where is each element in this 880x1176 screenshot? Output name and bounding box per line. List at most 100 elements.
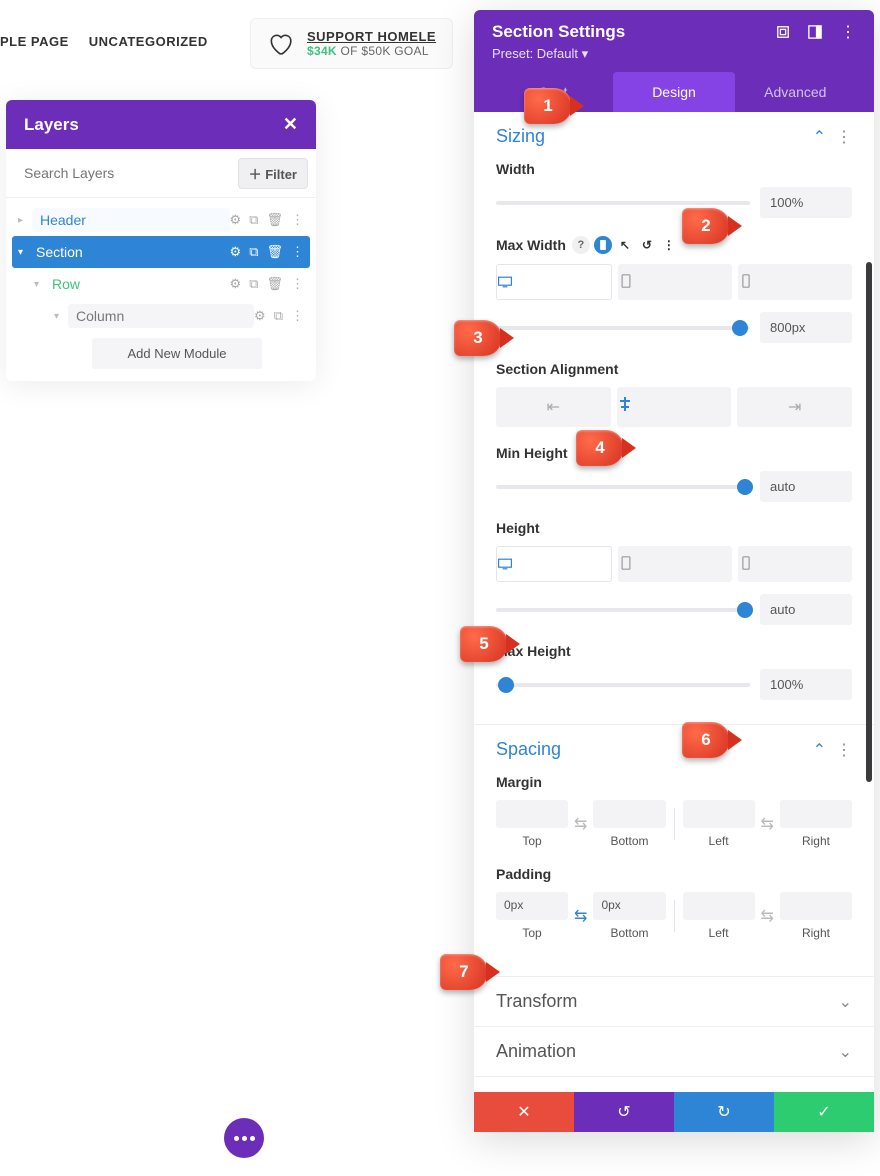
- max-height-value[interactable]: 100%: [760, 669, 852, 700]
- layers-header: Layers ✕: [6, 100, 316, 149]
- margin-right-input[interactable]: [780, 800, 852, 828]
- tree-item-section[interactable]: ▾Section ⚙⧉🗑⋮: [12, 236, 310, 268]
- callout-2: 2: [682, 208, 730, 244]
- expand-icon[interactable]: [776, 25, 790, 39]
- gear-icon[interactable]: ⚙: [230, 212, 242, 228]
- device-desktop[interactable]: [496, 264, 612, 300]
- tree-item-header[interactable]: ▸Header ⚙⧉🗑⋮: [12, 204, 310, 236]
- redo-button[interactable]: ↻: [674, 1092, 774, 1132]
- layers-search-row: ＋ Filter: [6, 149, 316, 198]
- accordion-spacing: Spacing ⌃⋮ Margin Top ⇆ Bottom Left ⇆ Ri…: [474, 725, 874, 977]
- padding-left-input[interactable]: [683, 892, 755, 920]
- support-widget[interactable]: SUPPORT HOMELE $34K OF $50K GOAL: [250, 18, 453, 69]
- duplicate-icon[interactable]: ⧉: [249, 212, 258, 228]
- callout-1: 1: [524, 88, 572, 124]
- gear-icon[interactable]: ⚙: [254, 308, 266, 324]
- tab-design[interactable]: Design: [613, 72, 734, 112]
- undo-button[interactable]: ↺: [574, 1092, 674, 1132]
- max-height-slider[interactable]: [496, 683, 750, 687]
- field-max-width: Max Width ? ↖ ↺ ⋮: [496, 236, 852, 343]
- nav-link-sample[interactable]: PLE PAGE: [0, 34, 69, 49]
- accordion-head-animation[interactable]: Animation ⌄: [474, 1027, 874, 1076]
- field-max-height: Max Height 100%: [496, 643, 852, 700]
- link-icon[interactable]: ⇆: [759, 814, 776, 834]
- support-text: SUPPORT HOMELE $34K OF $50K GOAL: [307, 29, 436, 58]
- margin-top-input[interactable]: [496, 800, 568, 828]
- margin-left-input[interactable]: [683, 800, 755, 828]
- more-icon[interactable]: ⋮: [840, 22, 856, 42]
- tree-item-row[interactable]: ▾Row ⚙⧉🗑⋮: [12, 268, 310, 300]
- max-height-label: Max Height: [496, 643, 852, 659]
- tree-item-column[interactable]: ▾Column ⚙⧉⋮: [12, 300, 310, 332]
- padding-top-input[interactable]: 0px: [496, 892, 568, 920]
- cancel-button[interactable]: ✕: [474, 1092, 574, 1132]
- gear-icon[interactable]: ⚙: [230, 244, 242, 260]
- close-icon[interactable]: ✕: [283, 114, 298, 135]
- device-phone[interactable]: [738, 546, 852, 582]
- padding-right-input[interactable]: [780, 892, 852, 920]
- padding-bottom-input[interactable]: 0px: [593, 892, 665, 920]
- accordion-animation: Animation ⌄: [474, 1027, 874, 1077]
- duplicate-icon[interactable]: ⧉: [274, 308, 283, 324]
- chevron-down-icon: ⌄: [839, 992, 852, 1012]
- scrollbar[interactable]: [866, 262, 872, 782]
- height-label: Height: [496, 520, 852, 536]
- help-icon[interactable]: ?: [572, 236, 590, 254]
- trash-icon[interactable]: 🗑: [266, 244, 283, 260]
- margin-bottom-input[interactable]: [593, 800, 665, 828]
- width-slider[interactable]: [496, 201, 750, 205]
- device-tablet[interactable]: [618, 546, 732, 582]
- field-min-height: Min Height auto: [496, 445, 852, 502]
- add-module-button[interactable]: Add New Module: [92, 338, 262, 369]
- max-width-slider[interactable]: [496, 326, 750, 330]
- more-icon[interactable]: ⋮: [291, 308, 304, 324]
- field-height: Height auto: [496, 520, 852, 625]
- height-slider[interactable]: [496, 608, 750, 612]
- top-nav: PLE PAGE UNCATEGORIZED: [0, 34, 208, 49]
- link-icon[interactable]: ⇆: [759, 906, 776, 926]
- save-button[interactable]: ✓: [774, 1092, 874, 1132]
- trash-icon[interactable]: 🗑: [266, 276, 283, 292]
- duplicate-icon[interactable]: ⧉: [249, 244, 258, 260]
- link-icon[interactable]: ⇆: [572, 906, 589, 926]
- layers-panel: Layers ✕ ＋ Filter ▸Header ⚙⧉🗑⋮ ▾Section …: [6, 100, 316, 381]
- min-height-value[interactable]: auto: [760, 471, 852, 502]
- fab-button[interactable]: [224, 1118, 264, 1158]
- align-center[interactable]: [617, 387, 732, 427]
- device-tablet[interactable]: [618, 264, 732, 300]
- more-icon[interactable]: ⋮: [291, 212, 304, 228]
- height-value[interactable]: auto: [760, 594, 852, 625]
- cursor-icon[interactable]: ↖: [616, 236, 634, 254]
- more-icon[interactable]: ⋮: [836, 127, 852, 147]
- more-icon[interactable]: ⋮: [291, 276, 304, 292]
- dock-icon[interactable]: [808, 25, 822, 39]
- min-height-label: Min Height: [496, 445, 852, 461]
- chevron-down-icon: ⌄: [839, 1042, 852, 1062]
- more-icon[interactable]: ⋮: [291, 244, 304, 260]
- trash-icon[interactable]: 🗑: [266, 212, 283, 228]
- width-value[interactable]: 100%: [760, 187, 852, 218]
- more-icon[interactable]: ⋮: [660, 236, 678, 254]
- link-icon[interactable]: ⇆: [572, 814, 589, 834]
- accordion-head-transform[interactable]: Transform ⌄: [474, 977, 874, 1026]
- min-height-slider[interactable]: [496, 485, 750, 489]
- preset-selector[interactable]: Preset: Default ▾: [492, 46, 856, 72]
- align-right[interactable]: ⇥: [737, 387, 852, 427]
- device-desktop[interactable]: [496, 546, 612, 582]
- alignment-label: Section Alignment: [496, 361, 852, 377]
- device-phone[interactable]: [738, 264, 852, 300]
- duplicate-icon[interactable]: ⧉: [249, 276, 258, 292]
- tab-advanced[interactable]: Advanced: [735, 72, 856, 112]
- gear-icon[interactable]: ⚙: [230, 276, 242, 292]
- max-width-value[interactable]: 800px: [760, 312, 852, 343]
- search-input[interactable]: [14, 157, 238, 189]
- nav-link-uncategorized[interactable]: UNCATEGORIZED: [89, 34, 208, 49]
- width-label: Width: [496, 161, 852, 177]
- align-left[interactable]: ⇤: [496, 387, 611, 427]
- reset-icon[interactable]: ↺: [638, 236, 656, 254]
- accordion-head-spacing[interactable]: Spacing ⌃⋮: [474, 725, 874, 774]
- chevron-up-icon: ⌃: [813, 740, 826, 760]
- filter-button[interactable]: ＋ Filter: [238, 158, 308, 189]
- more-icon[interactable]: ⋮: [836, 740, 852, 760]
- phone-icon[interactable]: [594, 236, 612, 254]
